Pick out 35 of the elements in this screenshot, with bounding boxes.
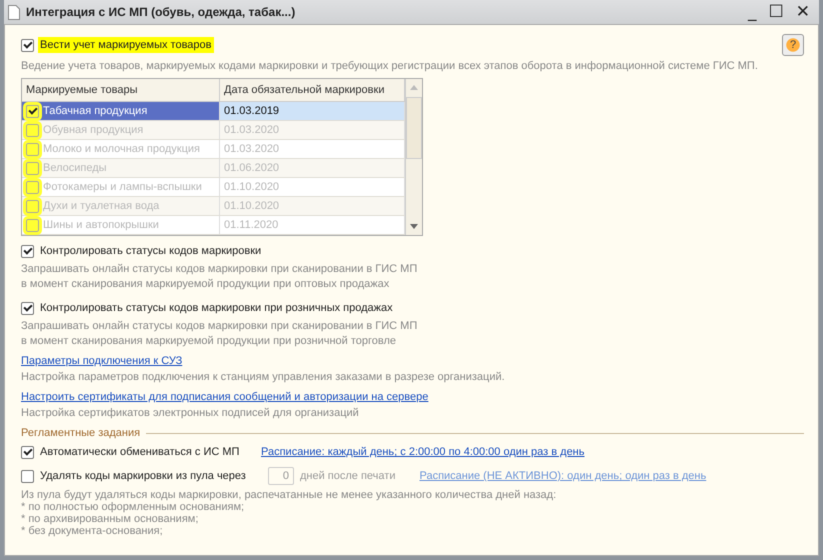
settings-link[interactable]: Параметры подключения к СУЗ	[21, 355, 182, 367]
days-field[interactable]: 0	[268, 467, 294, 485]
document-icon	[8, 4, 20, 20]
window-control-button[interactable]: ✕	[792, 2, 813, 22]
note-text: Из пула будут удаляться коды маркировки, распечатанные не менее указанного количества дней назад:	[21, 489, 558, 501]
checkbox-label: Контролировать статусы кодов маркировки	[39, 244, 262, 259]
table-cell[interactable]: Табачная продукция	[22, 102, 220, 120]
checkbox-label: Автоматически обмениваться с ИС МП	[39, 445, 240, 460]
checkbox[interactable]	[21, 446, 34, 458]
column-header[interactable]: Маркируемые товары	[22, 79, 220, 101]
help-button[interactable]: ?	[782, 34, 804, 56]
description-text: Ведение учета товаров, маркируемых кодами маркировки и требующих регистрации всех этапов оборота в информационной системе ГИС МП.	[21, 60, 759, 72]
checkbox-label: Контролировать статусы кодов маркировки при розничных продажах	[39, 301, 394, 316]
window-control-button[interactable]: _	[745, 2, 760, 22]
checkbox[interactable]	[21, 38, 34, 52]
note-text: * по архивированным основаниям;	[21, 513, 200, 525]
checkbox[interactable]	[21, 244, 34, 258]
note-text: * по полностью оформленным основаниям;	[21, 501, 246, 513]
window-control-button[interactable]: ☐	[766, 2, 787, 22]
description-text: Запрашивать онлайн статусы кодов маркировки при сканировании в ГИС МП в момент сканирования маркируемой продукции при розничной торговле	[21, 319, 418, 349]
checkbox[interactable]	[21, 470, 34, 482]
description-text: Настройка параметров подключения к станциям управления заказами в разрезе организаций.	[21, 370, 506, 385]
note-text: * без документа-основания;	[21, 525, 164, 537]
days-label: дней после печати	[300, 470, 396, 482]
checkbox-label: Удалять коды маркировки из пула через	[39, 469, 247, 484]
description-text: Запрашивать онлайн статусы кодов маркировки при сканировании в ГИС МП в момент сканирования маркируемой продукции при оптовых продажах	[21, 262, 418, 292]
settings-link[interactable]: Настроить сертификаты для подписания сообщений и авторизации на сервере	[21, 391, 428, 403]
group-title: Регламентные задания	[21, 427, 140, 439]
checkbox-label: Вести учет маркируемых товаров	[38, 37, 214, 53]
checkbox[interactable]	[21, 302, 34, 314]
schedule-link[interactable]: Расписание: каждый день; с 2:00:00 по 4:00:00 один раз в день	[261, 446, 584, 458]
description-text: Настройка сертификатов электронных подписей для организаций	[21, 406, 360, 421]
scrollbar[interactable]	[405, 79, 422, 235]
window-title: Интеграция с ИС МП (обувь, одежда, табак...)	[26, 5, 296, 19]
table-cell: 01.03.2019	[220, 102, 405, 120]
